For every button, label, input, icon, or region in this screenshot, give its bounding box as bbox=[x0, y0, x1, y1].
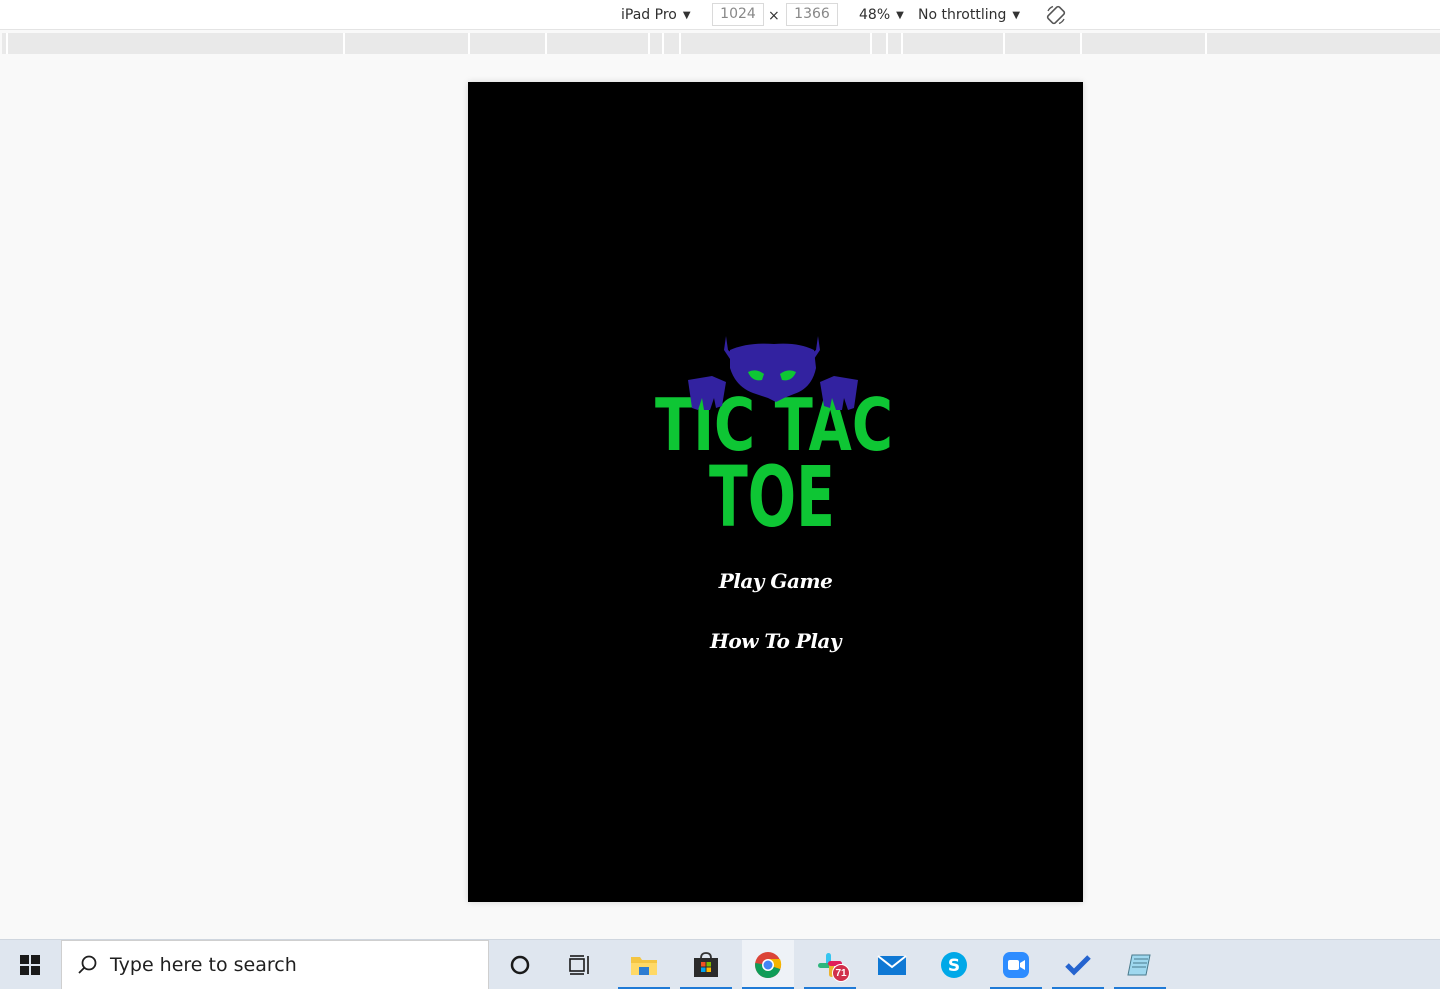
ruler-segment[interactable] bbox=[870, 33, 872, 54]
how-to-play-button[interactable]: How To Play bbox=[468, 629, 1083, 653]
chevron-down-icon: ▼ bbox=[896, 9, 904, 21]
file-explorer-button[interactable] bbox=[618, 940, 670, 989]
todo-icon bbox=[1065, 955, 1091, 976]
notification-badge: 71 bbox=[832, 964, 850, 982]
windows-start-icon bbox=[20, 955, 40, 975]
device-toolbar: iPad Pro ▼ 1024 × 1366 48% ▼ No throttli… bbox=[0, 0, 1440, 30]
zoom-value: 48% bbox=[859, 7, 891, 23]
notepad-button[interactable] bbox=[1114, 940, 1166, 989]
zoom-select[interactable]: 48% ▼ bbox=[859, 0, 904, 30]
throttling-value: No throttling bbox=[918, 7, 1007, 23]
width-input[interactable]: 1024 bbox=[712, 3, 764, 26]
ruler-segment[interactable] bbox=[901, 33, 903, 54]
windows-taskbar: Type here to search 71 S bbox=[0, 939, 1440, 989]
rotate-icon[interactable] bbox=[1045, 4, 1067, 26]
todo-button[interactable] bbox=[1052, 940, 1104, 989]
microsoft-store-icon bbox=[694, 952, 718, 977]
chrome-icon bbox=[755, 952, 782, 979]
chrome-button[interactable] bbox=[742, 940, 794, 989]
search-icon bbox=[78, 955, 97, 974]
search-placeholder: Type here to search bbox=[110, 954, 297, 976]
device-select[interactable]: iPad Pro ▼ bbox=[621, 0, 691, 30]
svg-text:S: S bbox=[948, 956, 960, 976]
logo-line2: TOE bbox=[709, 448, 835, 532]
task-view-icon bbox=[569, 955, 589, 975]
mail-icon bbox=[877, 955, 907, 975]
height-input[interactable]: 1366 bbox=[786, 3, 838, 26]
play-game-button[interactable]: Play Game bbox=[468, 569, 1083, 593]
taskbar-search[interactable]: Type here to search bbox=[61, 940, 489, 989]
ruler-segment[interactable] bbox=[343, 33, 345, 54]
tic-tac-toe-logo: TIC TAC TOE bbox=[655, 336, 893, 532]
ruler-segment[interactable] bbox=[1003, 33, 1005, 54]
skype-button[interactable]: S bbox=[928, 940, 980, 989]
ruler-segment[interactable] bbox=[1205, 33, 1207, 54]
mail-button[interactable] bbox=[866, 940, 918, 989]
media-query-ruler[interactable] bbox=[2, 33, 1440, 54]
ruler-segment[interactable] bbox=[468, 33, 470, 54]
slack-button[interactable]: 71 bbox=[804, 940, 856, 989]
microsoft-store-button[interactable] bbox=[680, 940, 732, 989]
ruler-segment[interactable] bbox=[545, 33, 547, 54]
dimension-separator: × bbox=[768, 8, 780, 24]
device-name: iPad Pro bbox=[621, 7, 677, 23]
chevron-down-icon: ▼ bbox=[1012, 9, 1021, 21]
ruler-segment[interactable] bbox=[662, 33, 664, 54]
device-viewport: TIC TAC TOE Play Game How To Play bbox=[468, 82, 1083, 902]
monster-icon bbox=[688, 336, 858, 410]
skype-icon: S bbox=[941, 952, 967, 978]
cortana-button[interactable] bbox=[494, 940, 546, 989]
ruler-segment[interactable] bbox=[679, 33, 681, 54]
file-explorer-icon bbox=[631, 957, 657, 975]
ruler-segment[interactable] bbox=[6, 33, 8, 54]
ruler-segment[interactable] bbox=[648, 33, 650, 54]
task-view-button[interactable] bbox=[554, 940, 606, 989]
chevron-down-icon: ▼ bbox=[682, 9, 691, 21]
start-button[interactable] bbox=[0, 940, 60, 989]
zoom-icon bbox=[1003, 952, 1029, 978]
zoom-app-button[interactable] bbox=[990, 940, 1042, 989]
throttling-select[interactable]: No throttling ▼ bbox=[918, 0, 1020, 30]
ruler-segment[interactable] bbox=[886, 33, 888, 54]
notepad-icon bbox=[1127, 954, 1151, 976]
cortana-icon bbox=[510, 955, 530, 975]
ruler-segment[interactable] bbox=[1080, 33, 1082, 54]
